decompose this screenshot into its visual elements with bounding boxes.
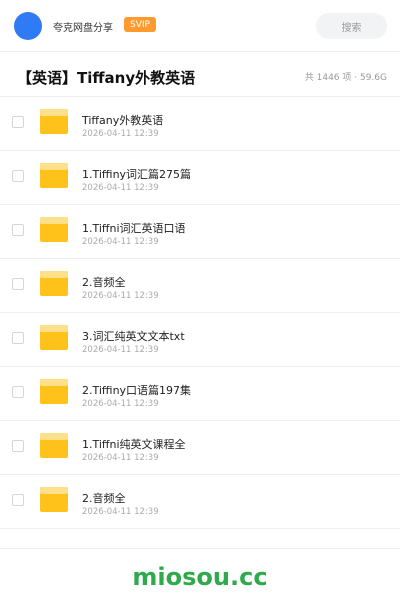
file-name: 1.Tiffni词汇英语口语 xyxy=(82,222,186,235)
file-name: 3.词汇纯英文文本txt xyxy=(82,330,185,343)
page-title: 【英语】Tiffany外教英语 xyxy=(17,69,196,87)
file-date: 2026-04-11 12:39 xyxy=(82,399,159,409)
file-name: 2.Tiffiny口语篇197集 xyxy=(82,384,192,397)
file-name: 2.音频全 xyxy=(82,492,126,505)
file-date: 2026-04-11 12:39 xyxy=(82,237,159,247)
folder-icon xyxy=(40,433,68,458)
checkbox-icon[interactable] xyxy=(12,494,24,506)
list-item[interactable]: 1.Tiffiny词汇篇275篇 2026-04-11 12:39 xyxy=(0,151,400,205)
file-date: 2026-04-11 12:39 xyxy=(82,183,159,193)
file-count-size: 共 1446 项 · 59.6G xyxy=(304,73,387,83)
folder-icon xyxy=(40,217,68,242)
list-item[interactable]: 1.Tiffni词汇英语口语 2026-04-11 12:39 xyxy=(0,205,400,259)
list-item[interactable]: 2.音频全 2026-04-11 12:39 xyxy=(0,259,400,313)
folder-icon xyxy=(40,379,68,404)
file-name: Tiffany外教英语 xyxy=(82,114,164,127)
search-button[interactable]: 搜索 xyxy=(316,13,387,39)
list-item[interactable]: Tiffany外教英语 2026-04-11 12:39 xyxy=(0,97,400,151)
file-list: Tiffany外教英语 2026-04-11 12:39 1.Tiffiny词汇… xyxy=(0,97,400,529)
avatar[interactable] xyxy=(14,12,42,40)
brand-name: 夸克网盘分享 xyxy=(53,23,113,34)
file-date: 2026-04-11 12:39 xyxy=(82,129,159,139)
list-item[interactable]: 3.词汇纯英文文本txt 2026-04-11 12:39 xyxy=(0,313,400,367)
footer-divider xyxy=(0,548,400,549)
checkbox-icon[interactable] xyxy=(12,170,24,182)
folder-title-bar: 【英语】Tiffany外教英语 共 1446 项 · 59.6G xyxy=(0,53,400,97)
file-date: 2026-04-11 12:39 xyxy=(82,453,159,463)
folder-icon xyxy=(40,109,68,134)
folder-icon xyxy=(40,271,68,296)
folder-icon xyxy=(40,325,68,350)
file-name: 1.Tiffni纯英文课程全 xyxy=(82,438,186,451)
svip-badge: SVIP xyxy=(124,17,156,32)
list-item[interactable]: 2.音频全 2026-04-11 12:39 xyxy=(0,475,400,529)
file-date: 2026-04-11 12:39 xyxy=(82,345,159,355)
list-item[interactable]: 2.Tiffiny口语篇197集 2026-04-11 12:39 xyxy=(0,367,400,421)
file-name: 2.音频全 xyxy=(82,276,126,289)
file-name: 1.Tiffiny词汇篇275篇 xyxy=(82,168,192,181)
checkbox-icon[interactable] xyxy=(12,440,24,452)
checkbox-icon[interactable] xyxy=(12,332,24,344)
checkbox-icon[interactable] xyxy=(12,224,24,236)
watermark-text: miosou.cc xyxy=(132,563,268,591)
checkbox-icon[interactable] xyxy=(12,116,24,128)
file-date: 2026-04-11 12:39 xyxy=(82,291,159,301)
checkbox-icon[interactable] xyxy=(12,278,24,290)
checkbox-icon[interactable] xyxy=(12,386,24,398)
top-header: 夸克网盘分享 SVIP 搜索 xyxy=(0,0,400,52)
list-item[interactable]: 1.Tiffni纯英文课程全 2026-04-11 12:39 xyxy=(0,421,400,475)
folder-icon xyxy=(40,163,68,188)
folder-icon xyxy=(40,487,68,512)
file-date: 2026-04-11 12:39 xyxy=(82,507,159,517)
